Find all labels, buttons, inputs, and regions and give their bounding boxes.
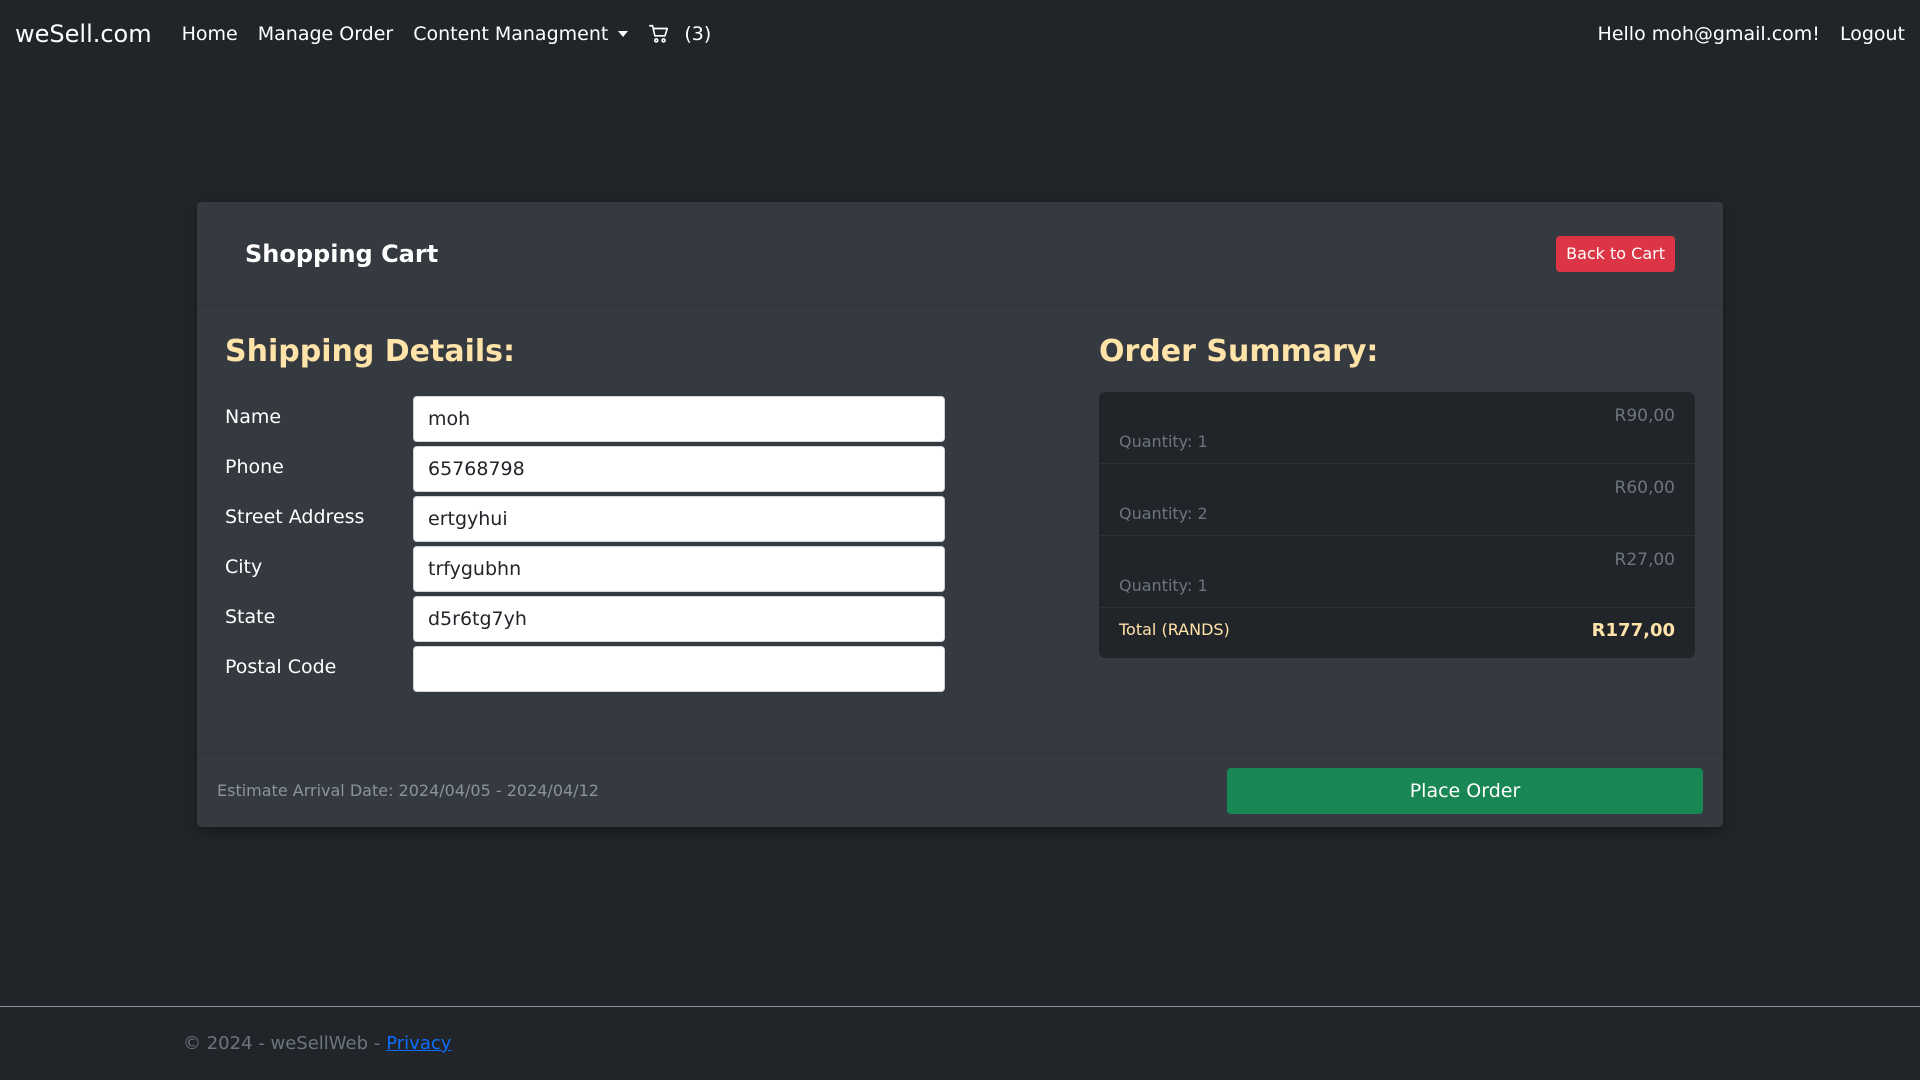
- order-total-row: Total (RANDS) R177,00: [1099, 608, 1695, 658]
- item-quantity: Quantity: 2: [1119, 504, 1208, 523]
- postal-label: Postal Code: [225, 656, 337, 678]
- street-field[interactable]: [413, 496, 945, 542]
- state-field[interactable]: [413, 596, 945, 642]
- card-title: Shopping Cart: [245, 239, 439, 268]
- nav-content-label: Content Managment: [413, 23, 609, 45]
- checkout-card: Shopping Cart Back to Cart Shipping Deta…: [197, 202, 1723, 827]
- list-item: R27,00 Quantity: 1: [1099, 536, 1695, 608]
- navbar: weSell.com Home Manage Order Content Man…: [0, 0, 1920, 68]
- logout-link[interactable]: Logout: [1840, 23, 1905, 45]
- total-value: R177,00: [1591, 620, 1675, 641]
- user-greeting[interactable]: Hello moh@gmail.com!: [1598, 23, 1820, 45]
- total-label: Total (RANDS): [1119, 620, 1230, 639]
- list-item: R90,00 Quantity: 1: [1099, 392, 1695, 464]
- phone-field[interactable]: [413, 446, 945, 492]
- place-order-button[interactable]: Place Order: [1227, 767, 1703, 814]
- item-price: R27,00: [1614, 550, 1675, 570]
- card-header: Shopping Cart Back to Cart: [197, 202, 1723, 306]
- name-row: Name: [225, 396, 945, 442]
- item-quantity: Quantity: 1: [1119, 576, 1208, 595]
- order-summary-list: R90,00 Quantity: 1 R60,00 Quantity: 2 R2…: [1099, 392, 1695, 658]
- nav-cart[interactable]: (3): [648, 23, 711, 45]
- phone-row: Phone: [225, 446, 945, 492]
- item-price: R60,00: [1614, 478, 1675, 498]
- item-quantity: Quantity: 1: [1119, 432, 1208, 451]
- state-label: State: [225, 606, 276, 628]
- cart-icon: [649, 24, 669, 43]
- caret-down-icon: [618, 31, 629, 37]
- copyright-text: © 2024 - weSellWeb -: [183, 1033, 381, 1054]
- state-row: State: [225, 596, 945, 642]
- city-field[interactable]: [413, 546, 945, 592]
- nav-home[interactable]: Home: [182, 23, 238, 45]
- cart-count: (3): [684, 23, 712, 45]
- page-footer: © 2024 - weSellWeb - Privacy: [0, 1006, 1920, 1080]
- nav-left: Home Manage Order Content Managment (3): [182, 23, 712, 45]
- back-to-cart-button[interactable]: Back to Cart: [1556, 235, 1675, 272]
- list-item: R60,00 Quantity: 2: [1099, 464, 1695, 536]
- shipping-title: Shipping Details:: [225, 334, 516, 369]
- phone-label: Phone: [225, 456, 284, 478]
- city-row: City: [225, 546, 945, 592]
- postal-code-field[interactable]: [413, 646, 945, 692]
- name-field[interactable]: [413, 396, 945, 442]
- city-label: City: [225, 556, 263, 578]
- name-label: Name: [225, 406, 282, 428]
- street-row: Street Address: [225, 496, 945, 542]
- estimate-arrival-date: Estimate Arrival Date: 2024/04/05 - 2024…: [217, 781, 599, 800]
- postal-row: Postal Code: [225, 646, 945, 692]
- nav-manage-order[interactable]: Manage Order: [258, 23, 394, 45]
- street-label: Street Address: [225, 506, 365, 528]
- brand-logo[interactable]: weSell.com: [15, 20, 152, 48]
- order-summary-title: Order Summary:: [1099, 334, 1379, 369]
- item-price: R90,00: [1614, 406, 1675, 426]
- nav-content-dropdown[interactable]: Content Managment: [413, 23, 629, 45]
- privacy-link[interactable]: Privacy: [386, 1033, 451, 1054]
- card-footer: Estimate Arrival Date: 2024/04/05 - 2024…: [197, 753, 1723, 827]
- card-body: Shipping Details: Name Phone Street Addr…: [197, 306, 1723, 754]
- nav-right: Hello moh@gmail.com! Logout: [1578, 23, 1905, 45]
